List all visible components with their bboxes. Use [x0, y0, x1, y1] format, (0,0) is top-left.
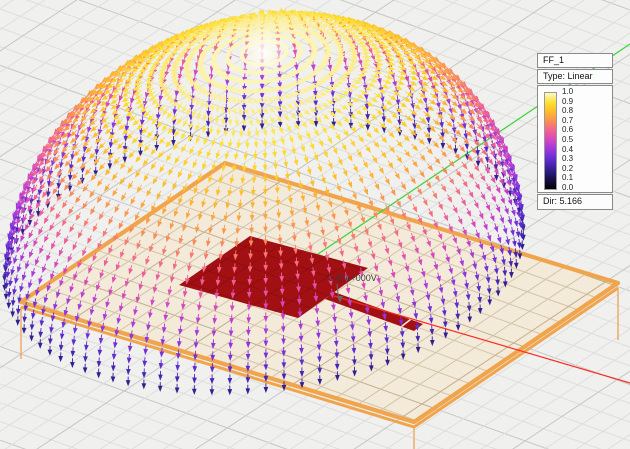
colorbar-tick: 0.3	[562, 154, 574, 164]
colorbar-tick: 0.7	[562, 115, 574, 125]
legend-scale-type: Type: Linear	[537, 69, 613, 84]
colorbar-tick: 0.9	[562, 96, 574, 106]
substrate	[18, 160, 621, 449]
legend-colorbar: 1.0 0.9 0.8 0.7 0.6 0.5 0.4 0.3 0.2 0.1 0.0	[537, 85, 613, 193]
legend-title: FF_1	[537, 53, 613, 68]
colorbar-tick: 1.0	[562, 87, 574, 96]
farfield-scene-svg: 1.00e+000V	[0, 0, 630, 449]
colorbar-tick: 0.5	[562, 135, 574, 144]
dome-pole-highlight	[240, 28, 288, 76]
port-voltage-label: 1.00e+000V	[328, 273, 377, 283]
colorbar-tick: 0.0	[562, 183, 574, 192]
colorbar-tick: 0.1	[562, 173, 574, 183]
viewport-3d[interactable]: 1.00e+000V FF_1 Type: Linear 1.0 0.9 0.8 0.…	[0, 0, 630, 449]
colorbar-gradient	[544, 92, 557, 190]
colorbar-tick: 0.2	[562, 163, 574, 173]
colorbar-tick: 0.8	[562, 106, 574, 116]
legend-directivity: Dir: 5.166	[537, 194, 613, 210]
colorbar-tick: 0.6	[562, 125, 574, 135]
colorbar-tick: 0.4	[562, 144, 574, 154]
